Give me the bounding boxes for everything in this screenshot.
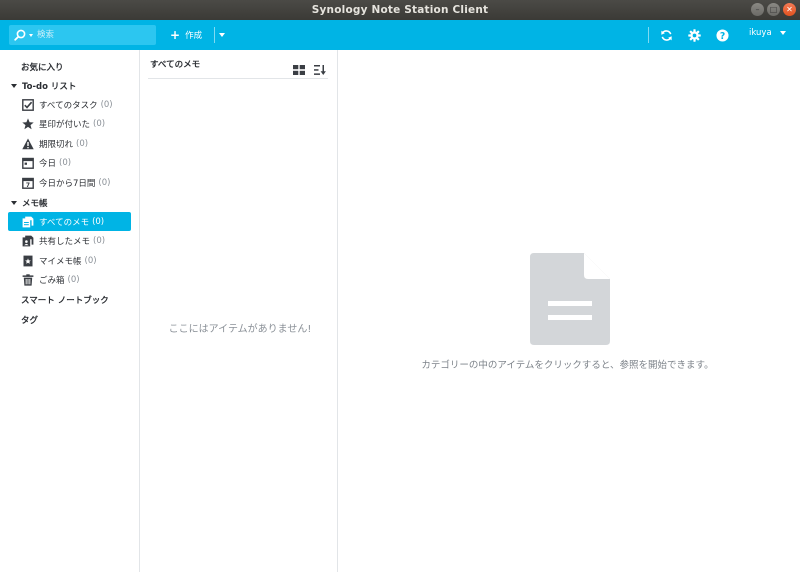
- search-box[interactable]: [9, 25, 156, 45]
- sidebar-item-starred[interactable]: 星印が付いた (0): [8, 114, 131, 133]
- sidebar-item-count: (0): [93, 235, 106, 246]
- sidebar-item-shared-notes[interactable]: 共有したメモ (0): [8, 231, 131, 250]
- sidebar-section-label: To-do リスト: [22, 81, 77, 92]
- maximize-icon[interactable]: □: [767, 3, 780, 16]
- sidebar-item-label: 共有したメモ: [39, 236, 91, 247]
- window-controls: – □ ✕: [751, 3, 796, 16]
- sidebar-item-count: (0): [100, 99, 113, 110]
- warning-icon: [22, 138, 34, 150]
- sidebar-item-label: 期限切れ: [39, 139, 74, 150]
- sidebar-item-smart-notebook[interactable]: スマート ノートブック: [8, 290, 131, 309]
- sidebar-section-label: メモ帳: [22, 198, 48, 209]
- search-input[interactable]: [37, 27, 147, 43]
- help-icon[interactable]: ?: [715, 28, 729, 42]
- user-menu[interactable]: ikuya: [749, 28, 786, 38]
- document-icon: [530, 253, 610, 345]
- create-button[interactable]: + 作成: [170, 26, 202, 44]
- sidebar-item-label: マイメモ帳: [39, 256, 82, 267]
- sidebar-item-overdue[interactable]: 期限切れ (0): [8, 134, 131, 153]
- note-list-title: すべてのメモ: [150, 60, 201, 70]
- sidebar-item-my-notebooks[interactable]: マイメモ帳 (0): [8, 251, 131, 270]
- calendar-icon: [22, 157, 34, 169]
- plus-icon: +: [170, 28, 181, 42]
- notes-icon: [22, 216, 34, 228]
- toolbar: + 作成 ? ikuya: [0, 20, 800, 50]
- sidebar-item-count: (0): [59, 157, 72, 168]
- sidebar-item-favorites[interactable]: お気に入り: [8, 57, 131, 76]
- window-titlebar: Synology Note Station Client – □ ✕: [0, 0, 800, 20]
- sidebar-item-label: スマート ノートブック: [21, 295, 109, 306]
- search-options-chevron-icon[interactable]: [29, 33, 33, 37]
- sidebar-item-next-7-days[interactable]: 7 今日から7日間 (0): [8, 173, 131, 192]
- detail-pane: カテゴリーの中のアイテムをクリックすると、参照を開始できます。: [340, 50, 800, 572]
- sidebar-item-trash[interactable]: ごみ箱 (0): [8, 270, 131, 289]
- sidebar-item-tags[interactable]: タグ: [8, 310, 131, 329]
- note-list-panel: すべてのメモ ここにはアイテムがありません!: [142, 50, 338, 572]
- detail-empty-message: カテゴリーの中のアイテムをクリックすると、参照を開始できます。: [421, 360, 714, 371]
- refresh-icon[interactable]: [659, 28, 673, 42]
- sidebar-item-label: タグ: [21, 315, 39, 326]
- create-dropdown-chevron-icon[interactable]: [219, 33, 225, 37]
- sidebar-item-label: すべてのメモ: [39, 217, 90, 228]
- sidebar-item-today[interactable]: 今日 (0): [8, 153, 131, 172]
- sidebar: お気に入り To-do リスト すべてのタスク (0) 星印が付いた (0) 期限切…: [0, 50, 140, 572]
- search-icon[interactable]: [14, 28, 28, 42]
- sidebar-section-notebooks[interactable]: メモ帳: [8, 193, 131, 212]
- toolbar-separator: [648, 27, 649, 43]
- collapse-triangle-icon[interactable]: [11, 200, 17, 205]
- sidebar-item-label: 今日: [39, 158, 57, 169]
- sort-icon[interactable]: [314, 60, 326, 75]
- empty-list-message: ここにはアイテムがありません!: [168, 324, 312, 335]
- close-icon[interactable]: ✕: [783, 3, 796, 16]
- sidebar-item-count: (0): [67, 274, 80, 285]
- sidebar-item-count: (0): [84, 255, 97, 266]
- username: ikuya: [749, 28, 772, 38]
- sidebar-item-label: お気に入り: [21, 62, 64, 73]
- window-title: Synology Note Station Client: [311, 4, 489, 16]
- create-separator: [214, 27, 215, 43]
- sidebar-section-todo[interactable]: To-do リスト: [8, 76, 131, 95]
- sidebar-item-label: 今日から7日間: [39, 178, 96, 189]
- sidebar-item-all-tasks[interactable]: すべてのタスク (0): [8, 95, 131, 114]
- sidebar-item-count: (0): [92, 216, 105, 227]
- sidebar-item-label: 星印が付いた: [39, 119, 91, 130]
- minimize-icon[interactable]: –: [751, 3, 764, 16]
- gear-icon[interactable]: [687, 28, 701, 42]
- shared-notes-icon: [22, 235, 34, 247]
- sidebar-item-count: (0): [93, 118, 106, 129]
- sidebar-item-label: ごみ箱: [39, 275, 65, 286]
- svg-text:7: 7: [26, 182, 30, 189]
- trash-icon: [22, 273, 34, 286]
- sidebar-item-label: すべてのタスク: [39, 100, 98, 111]
- star-icon: [22, 117, 34, 130]
- create-label: 作成: [185, 31, 203, 41]
- calendar-week-icon: 7: [22, 177, 34, 189]
- sidebar-item-count: (0): [98, 177, 111, 188]
- notebook-icon: [22, 255, 34, 267]
- user-menu-chevron-icon: [779, 31, 786, 35]
- sidebar-item-count: (0): [76, 138, 89, 149]
- checkbox-icon: [22, 98, 34, 111]
- grid-view-icon[interactable]: [293, 60, 305, 75]
- collapse-triangle-icon[interactable]: [11, 83, 17, 88]
- svg-text:?: ?: [719, 30, 724, 41]
- sidebar-item-all-notes[interactable]: すべてのメモ (0): [8, 212, 131, 231]
